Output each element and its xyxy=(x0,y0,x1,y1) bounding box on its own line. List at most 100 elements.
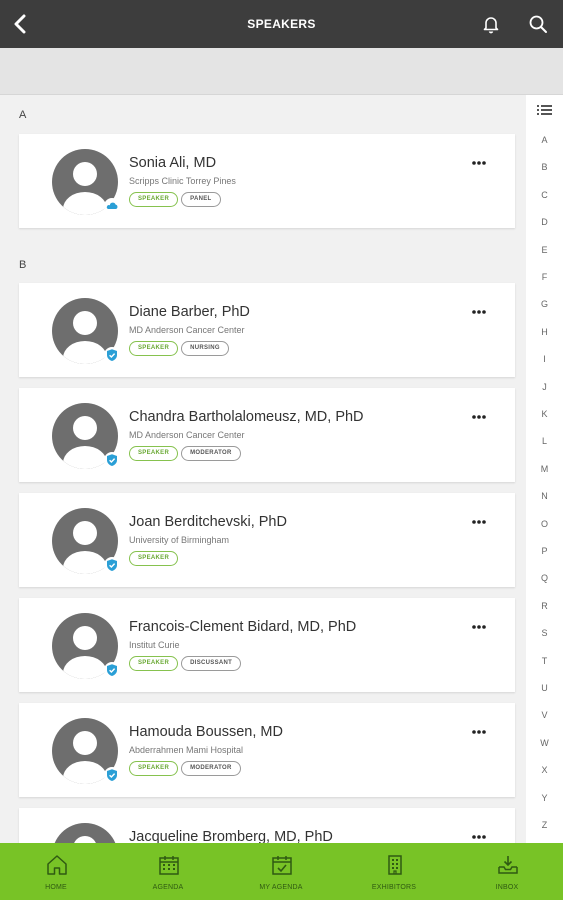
verified-icon xyxy=(104,767,120,783)
speaker-card[interactable]: Francois-Clement Bidard, MD, PhD Institut… xyxy=(19,598,515,692)
speaker-name: Francois-Clement Bidard, MD, PhD xyxy=(129,619,357,635)
speaker-name: Chandra Bartholalomeusz, MD, PhD xyxy=(129,409,364,425)
role-tag: MODERATOR xyxy=(181,446,241,461)
index-letter[interactable]: U xyxy=(526,683,563,693)
speaker-organization: MD Anderson Cancer Center xyxy=(129,325,245,335)
index-letter[interactable]: H xyxy=(526,327,563,337)
tab-home[interactable]: HOME xyxy=(0,843,112,900)
role-tag: SPEAKER xyxy=(129,446,179,461)
role-tag: SPEAKER xyxy=(129,551,179,566)
index-letter[interactable]: P xyxy=(526,546,563,556)
speaker-tags: SPEAKER DISCUSSANT xyxy=(129,656,242,671)
role-tag: SPEAKER xyxy=(129,192,179,207)
tab-label: EXHIBITORS xyxy=(371,884,417,891)
index-letter[interactable]: M xyxy=(526,464,563,474)
verified-icon xyxy=(104,452,120,468)
speaker-tags: SPEAKER NURSING xyxy=(129,341,229,356)
verified-icon xyxy=(104,662,120,678)
alphabet-index[interactable]: A B C D E F G H I J K L M N O P Q R S T U V W X Y Z xyxy=(526,95,563,843)
tab-label: MY AGENDA xyxy=(259,884,303,891)
speaker-card[interactable]: Diane Barber, PhD MD Anderson Cancer Cent… xyxy=(19,283,515,377)
tab-my-agenda[interactable]: MY AGENDA xyxy=(225,843,337,900)
role-tag: SPEAKER xyxy=(129,761,179,776)
calendar-check-icon xyxy=(272,856,292,875)
calendar-icon xyxy=(159,856,179,875)
index-letter[interactable]: Z xyxy=(526,820,563,830)
search-icon xyxy=(529,15,547,33)
verified-icon xyxy=(104,347,120,363)
index-letter[interactable]: J xyxy=(526,382,563,392)
speaker-card[interactable]: Joan Berditchevski, PhD University of Bir… xyxy=(19,493,515,587)
index-letter[interactable]: B xyxy=(526,162,563,172)
home-icon xyxy=(47,855,67,875)
speaker-tags: SPEAKER PANEL xyxy=(129,192,221,207)
more-options-icon[interactable] xyxy=(471,160,487,166)
speaker-card[interactable]: Chandra Bartholalomeusz, MD, PhD MD Ander… xyxy=(19,388,515,482)
index-letter[interactable]: O xyxy=(526,519,563,529)
index-letter[interactable]: K xyxy=(526,409,563,419)
notifications-button[interactable] xyxy=(479,12,503,36)
index-letter[interactable]: S xyxy=(526,628,563,638)
chevron-left-icon xyxy=(14,14,26,34)
speaker-name: Joan Berditchevski, PhD xyxy=(129,514,287,530)
section-header-b: B xyxy=(19,259,27,271)
more-options-icon[interactable] xyxy=(471,624,487,630)
role-tag: NURSING xyxy=(181,341,229,356)
cloud-icon xyxy=(104,198,120,214)
index-letter[interactable]: W xyxy=(526,738,563,748)
tab-agenda[interactable]: AGENDA xyxy=(112,843,224,900)
bottom-navigation: HOME AGENDA MY AGENDA EXHIBITORS INBOX xyxy=(0,843,563,900)
building-icon xyxy=(388,855,402,875)
speaker-card[interactable]: Sonia Ali, MD Scripps Clinic Torrey Pines… xyxy=(19,134,515,228)
back-button[interactable] xyxy=(6,10,34,38)
more-options-icon[interactable] xyxy=(471,309,487,315)
speaker-organization: Abderrahmen Mami Hospital xyxy=(129,745,244,755)
index-letter[interactable]: F xyxy=(526,272,563,282)
speaker-tags: SPEAKER MODERATOR xyxy=(129,761,241,776)
list-icon[interactable] xyxy=(537,104,552,116)
tab-inbox[interactable]: INBOX xyxy=(451,843,563,900)
role-tag: MODERATOR xyxy=(181,761,241,776)
speaker-name: Hamouda Boussen, MD xyxy=(129,724,283,740)
more-options-icon[interactable] xyxy=(471,729,487,735)
role-tag: DISCUSSANT xyxy=(181,656,242,671)
speaker-card[interactable]: Jacqueline Bromberg, MD, PhD xyxy=(19,808,515,843)
top-app-bar: SPEAKERS xyxy=(0,0,563,48)
index-letter[interactable]: Q xyxy=(526,573,563,583)
more-options-icon[interactable] xyxy=(471,834,487,840)
section-header-a: A xyxy=(19,109,27,121)
index-letter[interactable]: D xyxy=(526,217,563,227)
more-options-icon[interactable] xyxy=(471,414,487,420)
more-options-icon[interactable] xyxy=(471,519,487,525)
speaker-tags: SPEAKER xyxy=(129,551,179,566)
role-tag: PANEL xyxy=(181,192,221,207)
speaker-organization: University of Birmingham xyxy=(129,535,230,545)
tab-label: INBOX xyxy=(495,884,519,891)
bell-icon xyxy=(483,17,499,34)
index-letter[interactable]: X xyxy=(526,765,563,775)
filter-bar[interactable] xyxy=(0,48,563,95)
tab-label: AGENDA xyxy=(152,884,184,891)
search-button[interactable] xyxy=(526,12,550,36)
index-letter[interactable]: I xyxy=(526,354,563,364)
speaker-name: Sonia Ali, MD xyxy=(129,155,217,171)
index-letter[interactable]: E xyxy=(526,245,563,255)
index-letter[interactable]: A xyxy=(526,135,563,145)
index-letter[interactable]: G xyxy=(526,299,563,309)
index-letter[interactable]: V xyxy=(526,710,563,720)
avatar-icon xyxy=(54,823,116,843)
index-letter[interactable]: T xyxy=(526,656,563,666)
page-title: SPEAKERS xyxy=(247,17,316,31)
verified-icon xyxy=(104,557,120,573)
speaker-organization: MD Anderson Cancer Center xyxy=(129,430,245,440)
index-letter[interactable]: N xyxy=(526,491,563,501)
speaker-name: Diane Barber, PhD xyxy=(129,304,250,320)
tab-exhibitors[interactable]: EXHIBITORS xyxy=(338,843,450,900)
speaker-card[interactable]: Hamouda Boussen, MD Abderrahmen Mami Hosp… xyxy=(19,703,515,797)
speaker-list[interactable]: A B Sonia Ali, MD Scripps Clinic Torrey P… xyxy=(0,95,526,843)
index-letter[interactable]: Y xyxy=(526,793,563,803)
tab-label: HOME xyxy=(45,884,67,891)
index-letter[interactable]: R xyxy=(526,601,563,611)
index-letter[interactable]: C xyxy=(526,190,563,200)
index-letter[interactable]: L xyxy=(526,436,563,446)
